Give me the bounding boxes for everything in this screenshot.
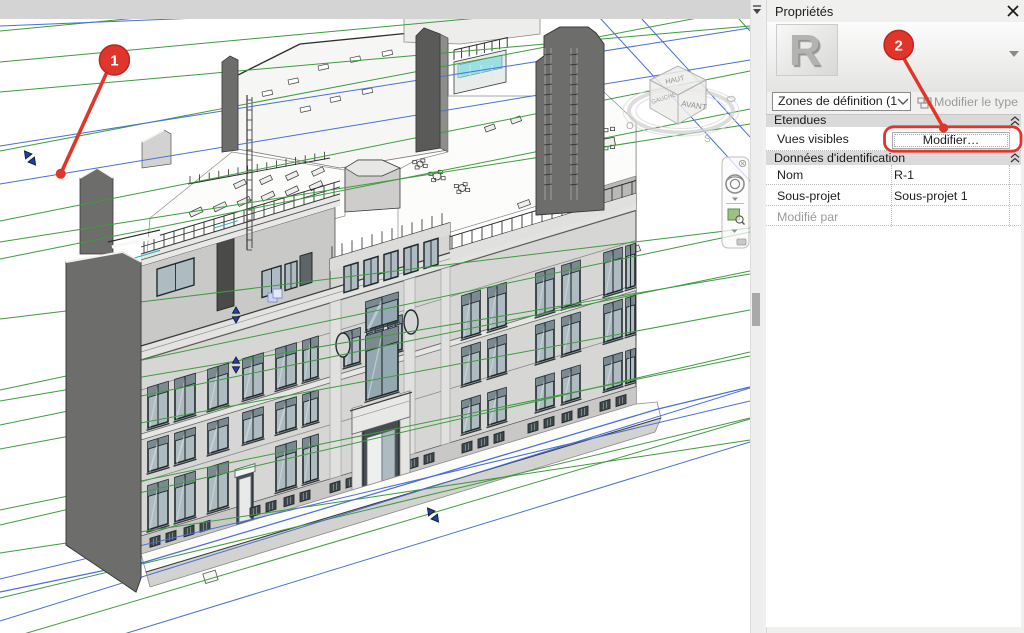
svg-text:S: S [704, 134, 711, 145]
svg-text:O: O [626, 121, 634, 132]
